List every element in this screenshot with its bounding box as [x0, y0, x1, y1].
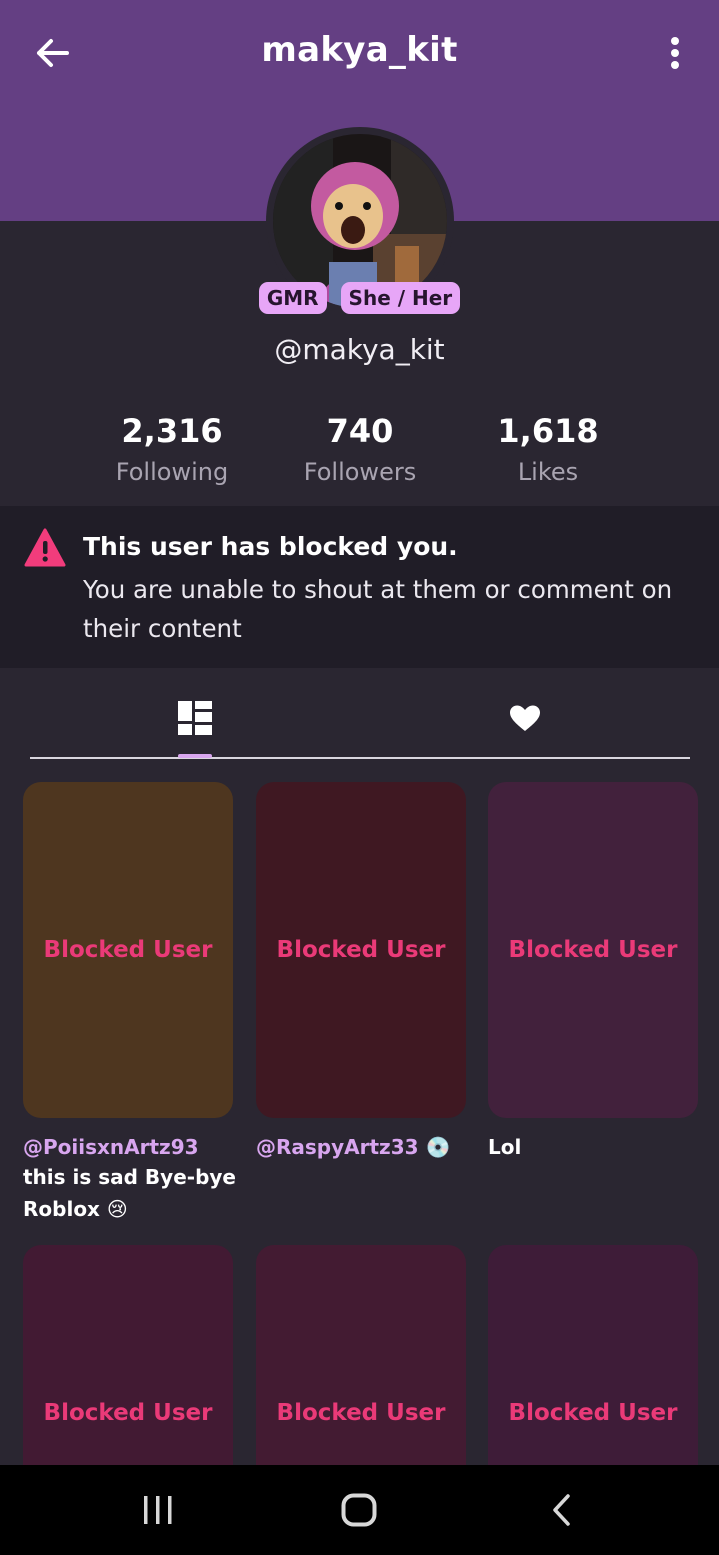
likes-count: 1,618	[497, 412, 599, 450]
blocked-user-label: Blocked User	[508, 1400, 678, 1426]
post-card[interactable]: Blocked User	[256, 782, 466, 1118]
back-nav-button[interactable]	[501, 1465, 621, 1555]
profile-tabs	[0, 680, 719, 760]
active-tab-indicator	[178, 754, 212, 758]
warning-icon	[24, 528, 66, 567]
grid-icon	[178, 701, 212, 735]
following-count: 2,316	[121, 412, 223, 450]
profile-screen: makya_kit GMR She / Her @makya_kit 2,316…	[0, 0, 719, 1555]
followers-stat[interactable]: 740 Followers	[260, 410, 460, 492]
tab-posts[interactable]	[110, 680, 280, 756]
blocked-user-label: Blocked User	[43, 1400, 213, 1426]
followers-label: Followers	[303, 458, 417, 486]
page-title: makya_kit	[261, 30, 458, 70]
pronouns-badge: She / Her	[340, 282, 461, 314]
home-button[interactable]	[299, 1465, 419, 1555]
blocked-user-label: Blocked User	[43, 937, 213, 963]
tab-liked[interactable]	[440, 680, 610, 756]
post-author-link[interactable]: @PoiisxnArtz93	[23, 1135, 199, 1159]
tab-divider	[30, 757, 690, 759]
post-card[interactable]: Blocked User	[23, 782, 233, 1118]
following-label: Following	[115, 458, 229, 486]
recents-button[interactable]	[98, 1465, 218, 1555]
heart-icon	[510, 705, 540, 731]
more-options-button[interactable]	[652, 28, 698, 78]
home-icon	[341, 1493, 377, 1527]
blocked-message: You are unable to shout at them or comme…	[83, 575, 673, 643]
post-author-link[interactable]: @RaspyArtz33 💿	[256, 1135, 450, 1159]
likes-stat[interactable]: 1,618 Likes	[448, 410, 648, 492]
profile-handle: @makya_kit	[274, 333, 445, 366]
recents-icon	[144, 1496, 172, 1524]
gamer-badge: GMR	[258, 282, 327, 314]
following-stat[interactable]: 2,316 Following	[72, 410, 272, 492]
blocked-user-label: Blocked User	[276, 1400, 446, 1426]
post-caption: this is sad Bye-bye Roblox 😢	[23, 1165, 236, 1221]
blocked-user-label: Blocked User	[508, 937, 678, 963]
post-card[interactable]: Blocked User	[488, 782, 698, 1118]
post-caption: Lol	[488, 1135, 522, 1159]
system-nav-bar	[0, 1465, 719, 1555]
more-vertical-icon	[671, 37, 679, 69]
followers-count: 740	[326, 412, 394, 450]
blocked-title: This user has blocked you.	[83, 532, 458, 561]
profile-stats: 2,316 Following 740 Followers 1,618 Like…	[0, 410, 719, 500]
back-icon	[553, 1494, 570, 1526]
blocked-user-label: Blocked User	[276, 937, 446, 963]
likes-label: Likes	[517, 458, 579, 486]
profile-badges: GMR She / Her	[0, 282, 719, 314]
